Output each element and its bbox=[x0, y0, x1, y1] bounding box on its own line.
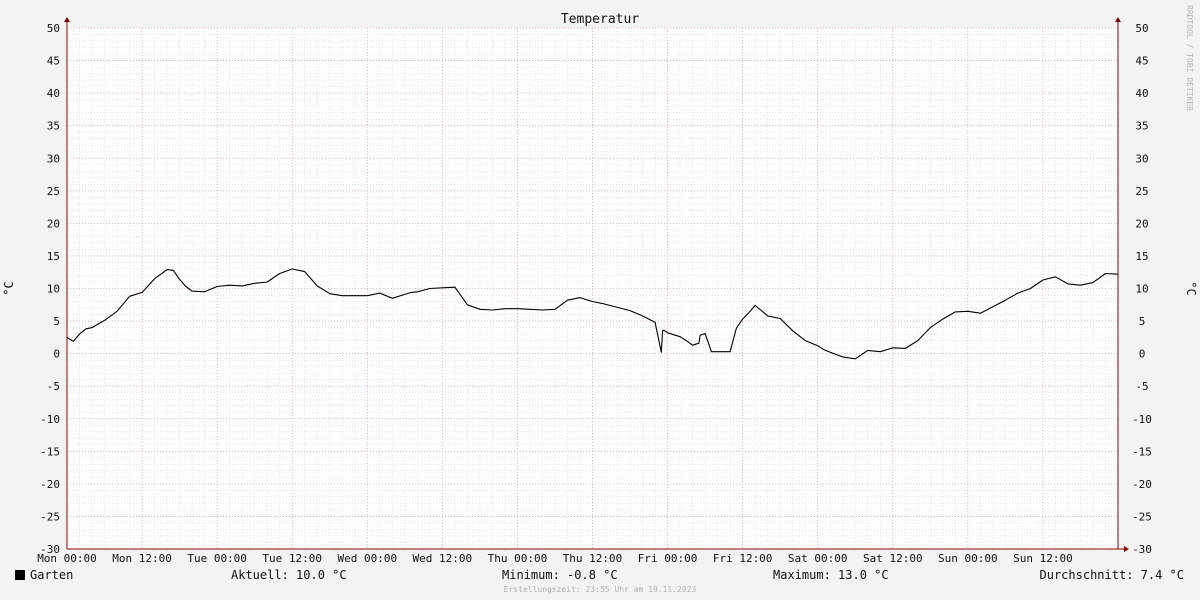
rrdtool-credit: RRDTOOL / TOBI OETIKER bbox=[1185, 5, 1194, 111]
y-tick-label-right: 5 bbox=[1139, 315, 1146, 328]
y-tick-label-right: -20 bbox=[1132, 478, 1152, 491]
y-tick-label-left: 20 bbox=[47, 217, 60, 230]
y-tick-label-left: 45 bbox=[47, 55, 60, 68]
y-tick-label-right: 0 bbox=[1139, 348, 1146, 361]
legend-average: Durchschnitt: 7.4 °C bbox=[1039, 568, 1185, 582]
y-tick-label-right: 50 bbox=[1135, 22, 1148, 35]
legend-minimum: Minimum: -0.8 °C bbox=[502, 568, 618, 582]
x-axis-arrow bbox=[1124, 546, 1129, 552]
x-tick-label: Mon 00:00 bbox=[37, 552, 97, 565]
legend-swatch bbox=[15, 570, 25, 580]
y-tick-label-left: -15 bbox=[40, 445, 60, 458]
legend-current: Aktuell: 10.0 °C bbox=[231, 568, 347, 582]
x-tick-label: Fri 12:00 bbox=[713, 552, 773, 565]
footer-timestamp: Erstellungszeit: 23:55 Uhr am 19.11.2023 bbox=[503, 585, 697, 594]
x-tick-label: Wed 12:00 bbox=[413, 552, 473, 565]
legend-series-name: Garten bbox=[30, 568, 74, 582]
x-tick-label: Sat 00:00 bbox=[788, 552, 848, 565]
y-tick-label-left: 25 bbox=[47, 185, 60, 198]
y-tick-label-left: -25 bbox=[40, 510, 60, 523]
x-tick-label: Sun 12:00 bbox=[1013, 552, 1073, 565]
y-tick-label-left: 50 bbox=[47, 22, 60, 35]
y-tick-label-right: 35 bbox=[1135, 120, 1148, 133]
y-axis-label-right: °C bbox=[1184, 281, 1198, 295]
y-tick-label-left: 10 bbox=[47, 283, 60, 296]
y-tick-label-right: -25 bbox=[1132, 510, 1152, 523]
y-tick-label-right: -10 bbox=[1132, 413, 1152, 426]
y-tick-label-right: 30 bbox=[1135, 152, 1148, 165]
x-tick-label: Thu 12:00 bbox=[563, 552, 623, 565]
y-tick-label-right: 40 bbox=[1135, 87, 1148, 100]
chart-root: 50 50 45 45 40 40 35 35 30 30 25 25 20 20 15 15 10 10 5 5 0 0… bbox=[0, 0, 1200, 600]
y-tick-label-right: 20 bbox=[1135, 217, 1148, 230]
y-tick-label-right: -5 bbox=[1135, 380, 1148, 393]
chart-title: Temperatur bbox=[561, 12, 639, 27]
x-tick-label: Thu 00:00 bbox=[488, 552, 548, 565]
y-tick-label-left: 15 bbox=[47, 250, 60, 263]
x-tick-label: Fri 00:00 bbox=[638, 552, 698, 565]
x-tick-label: Wed 00:00 bbox=[337, 552, 397, 565]
y-axis-left-arrow bbox=[64, 17, 70, 22]
y-tick-label-right: -30 bbox=[1132, 543, 1152, 556]
x-tick-label: Tue 00:00 bbox=[187, 552, 247, 565]
y-tick-label-left: -5 bbox=[47, 380, 60, 393]
y-tick-label-left: -20 bbox=[40, 478, 60, 491]
y-tick-label-right: 45 bbox=[1135, 55, 1148, 68]
y-tick-label-left: -10 bbox=[40, 413, 60, 426]
y-tick-label-right: 25 bbox=[1135, 185, 1148, 198]
chart-canvas: 50 5045 4540 4035 3530 3025 2520 2015 1510 105 50 0… bbox=[2, 5, 1198, 565]
y-tick-label-left: 35 bbox=[47, 120, 60, 133]
x-tick-label: Tue 12:00 bbox=[262, 552, 322, 565]
y-axis-label-left: °C bbox=[2, 281, 16, 295]
y-tick-label-right: -15 bbox=[1132, 445, 1152, 458]
x-tick-label: Sat 12:00 bbox=[863, 552, 923, 565]
y-tick-label-left: 30 bbox=[47, 152, 60, 165]
x-tick-label: Sun 00:00 bbox=[938, 552, 998, 565]
x-tick-label: Mon 12:00 bbox=[112, 552, 172, 565]
y-tick-label-right: 10 bbox=[1135, 283, 1148, 296]
y-tick-label-right: 15 bbox=[1135, 250, 1148, 263]
y-tick-label-left: 0 bbox=[53, 348, 60, 361]
y-tick-label-left: 5 bbox=[53, 315, 60, 328]
legend-maximum: Maximum: 13.0 °C bbox=[773, 568, 889, 582]
y-axis-right-arrow bbox=[1115, 17, 1121, 22]
y-tick-label-left: 40 bbox=[47, 87, 60, 100]
